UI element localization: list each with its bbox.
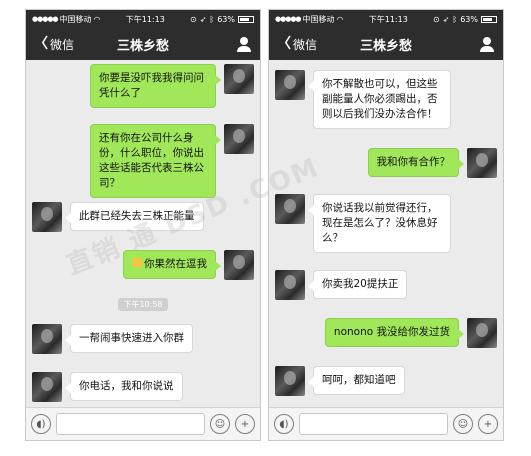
avatar[interactable] — [275, 194, 305, 224]
message-row: 你说话我以前觉得还行，现在是怎么了？没休息好么？ — [269, 194, 503, 253]
back-button[interactable]: 〈 微信 — [277, 36, 317, 53]
status-right: ⊙ ➶ ᛒ 63% — [433, 15, 497, 24]
carrier-label: 中国移动 — [59, 14, 92, 24]
message-row: 你卖我20提扶正 — [269, 270, 503, 300]
back-label: 微信 — [293, 37, 318, 52]
emoji-icon[interactable]: ☺ — [210, 414, 230, 434]
carrier-signal: ●●●●● 中国移动 ◠ — [275, 14, 344, 25]
message-text: 你果然在逗我 — [144, 258, 207, 270]
avatar[interactable] — [32, 324, 62, 354]
message-bubble[interactable]: 你卖我20提扶正 — [307, 270, 408, 299]
avatar[interactable] — [467, 148, 497, 178]
smile-emoji-icon — [132, 257, 143, 268]
message-bubble[interactable]: 我和你有合作？ — [367, 148, 464, 177]
chevron-left-icon: 〈 — [34, 36, 48, 52]
message-bubble[interactable]: 你要是没吓我我得问问凭什么了 — [90, 64, 221, 108]
battery-icon — [238, 15, 254, 23]
avatar[interactable] — [275, 366, 305, 396]
message-input[interactable] — [56, 413, 205, 435]
status-time: 下午11:13 — [368, 14, 408, 24]
avatar[interactable] — [224, 250, 254, 280]
message-input[interactable] — [299, 413, 448, 435]
message-bubble[interactable]: 你说话我以前觉得还行，现在是怎么了？没休息好么？ — [308, 194, 451, 253]
message-row: 你电话，我和你说说 — [26, 372, 260, 402]
avatar[interactable] — [275, 70, 305, 100]
message-bubble[interactable]: 还有你在公司什么身份，什么职位，你说出这些话能否代表三株公司？ — [90, 124, 221, 198]
message-row: 呵呵，都知道吧 — [269, 366, 503, 396]
message-row: 我和你有合作？ — [269, 148, 503, 178]
message-row: nonono 我没给你发过货 — [269, 318, 503, 348]
wifi-icon: ◠ — [336, 14, 344, 24]
carrier-label: 中国移动 — [302, 14, 335, 24]
message-bubble[interactable]: 一帮闹事快速进入你群 — [65, 324, 193, 353]
avatar[interactable] — [32, 202, 62, 232]
chevron-left-icon: 〈 — [277, 36, 291, 52]
person-icon[interactable] — [479, 36, 495, 52]
phone-screen-left: ●●●●● 中国移动 ◠ 下午11:13 ⊙ ➶ ᛒ 63% 〈 微信 三株乡愁 — [25, 9, 261, 441]
bluetooth-icon: ᛒ — [452, 14, 458, 24]
avatar[interactable] — [275, 270, 305, 300]
plus-icon[interactable]: + — [478, 414, 498, 434]
message-row: 一帮闹事快速进入你群 — [26, 324, 260, 354]
status-time: 下午11:13 — [125, 14, 165, 24]
wifi-icon: ◠ — [93, 14, 101, 24]
message-row: 此群已经失去三株正能量 — [26, 202, 260, 232]
timestamp-label: 下午10:58 — [118, 298, 168, 311]
lock-rotation-icon: ⊙ — [433, 14, 440, 24]
signal-icon: ●●●●● — [275, 15, 302, 23]
battery-label: 63% — [460, 14, 478, 24]
voice-icon[interactable]: ◖) — [31, 414, 51, 434]
carrier-signal: ●●●●● 中国移动 ◠ — [32, 14, 101, 25]
message-bubble[interactable]: 你果然在逗我 — [123, 250, 221, 279]
back-button[interactable]: 〈 微信 — [34, 36, 74, 53]
message-bubble[interactable]: 你电话，我和你说说 — [65, 372, 183, 401]
input-bar: ◖) ☺ + — [26, 407, 260, 440]
message-timestamp: 下午10:58 — [26, 292, 260, 311]
phone-screen-right: ●●●●● 中国移动 ◠ 下午11:13 ⊙ ➶ ᛒ 63% 〈 微信 三株乡愁 — [268, 9, 504, 441]
person-icon[interactable] — [236, 36, 252, 52]
bluetooth-icon: ᛒ — [209, 14, 215, 24]
avatar[interactable] — [224, 64, 254, 94]
signal-icon: ●●●●● — [32, 15, 59, 23]
avatar[interactable] — [224, 124, 254, 154]
status-right: ⊙ ➶ ᛒ 63% — [190, 15, 254, 24]
message-bubble[interactable]: 呵呵，都知道吧 — [308, 366, 405, 395]
battery-icon — [481, 15, 497, 23]
location-icon: ➶ — [199, 14, 207, 24]
lock-rotation-icon: ⊙ — [190, 14, 197, 24]
voice-icon[interactable]: ◖) — [274, 414, 294, 434]
message-row: 你不解散也可以，但这些副能量人你必须踢出，否则以后我们没办法合作！ — [269, 70, 503, 129]
input-bar: ◖) ☺ + — [269, 407, 503, 440]
plus-icon[interactable]: + — [235, 414, 255, 434]
chat-area[interactable]: 你要是没吓我我得问问凭什么了 还有你在公司什么身份，什么职位，你说出这些话能否代… — [26, 60, 260, 407]
nav-bar: 〈 微信 三株乡愁 — [26, 28, 260, 60]
back-label: 微信 — [50, 37, 75, 52]
nav-bar: 〈 微信 三株乡愁 — [269, 28, 503, 60]
message-row: 你要是没吓我我得问问凭什么了 — [26, 64, 260, 108]
status-bar: ●●●●● 中国移动 ◠ 下午11:13 ⊙ ➶ ᛒ 63% — [269, 10, 503, 28]
message-bubble[interactable]: 你不解散也可以，但这些副能量人你必须踢出，否则以后我们没办法合作！ — [308, 70, 451, 129]
message-row: 还有你在公司什么身份，什么职位，你说出这些话能否代表三株公司？ — [26, 124, 260, 198]
chat-area[interactable]: 你不解散也可以，但这些副能量人你必须踢出，否则以后我们没办法合作！ 我和你有合作… — [269, 60, 503, 407]
message-bubble[interactable]: nonono 我没给你发过货 — [324, 318, 465, 347]
status-bar: ●●●●● 中国移动 ◠ 下午11:13 ⊙ ➶ ᛒ 63% — [26, 10, 260, 28]
avatar[interactable] — [467, 318, 497, 348]
message-row: 你果然在逗我 — [26, 250, 260, 280]
screens: ●●●●● 中国移动 ◠ 下午11:13 ⊙ ➶ ᛒ 63% 〈 微信 三株乡愁 — [0, 0, 531, 456]
battery-label: 63% — [217, 14, 235, 24]
avatar[interactable] — [32, 372, 62, 402]
location-icon: ➶ — [442, 14, 450, 24]
message-bubble[interactable]: 此群已经失去三株正能量 — [65, 202, 204, 231]
emoji-icon[interactable]: ☺ — [453, 414, 473, 434]
